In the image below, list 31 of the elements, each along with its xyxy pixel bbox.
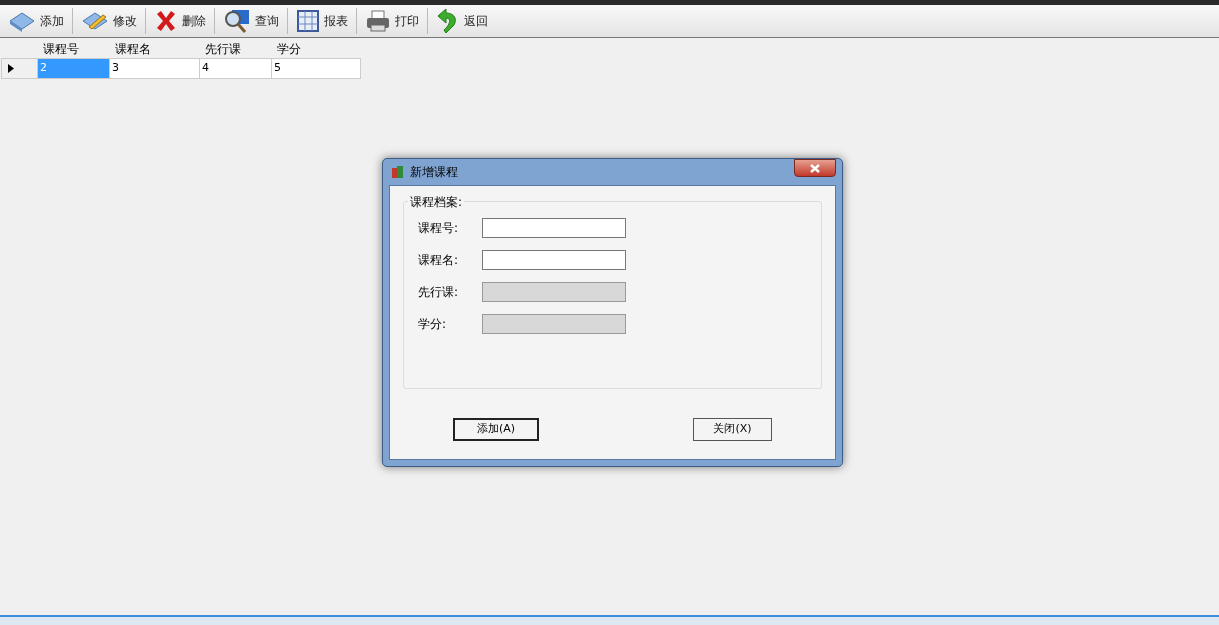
column-header[interactable]: 课程号	[37, 40, 110, 59]
close-button[interactable]	[794, 159, 836, 177]
column-header[interactable]: 课程名	[109, 40, 200, 59]
column-header[interactable]: 先行课	[199, 40, 272, 59]
field-label: 先行课:	[418, 284, 460, 301]
app-icon	[391, 165, 405, 179]
column-header[interactable]: 学分	[271, 40, 361, 59]
table-cell[interactable]: 4	[199, 58, 272, 79]
field-label: 课程号:	[418, 220, 460, 237]
toolbar-button[interactable]: 修改	[77, 6, 141, 36]
toolbar-button[interactable]: 报表	[292, 6, 352, 36]
printer-icon	[365, 9, 391, 33]
magnifier-icon	[223, 8, 251, 34]
table-cell[interactable]: 5	[271, 58, 361, 79]
toolbar-button[interactable]: 打印	[361, 6, 423, 36]
dialog-button[interactable]: 关闭(X)	[693, 418, 772, 441]
group-title: 课程档案:	[408, 193, 465, 211]
toolbar-button[interactable]: 删除	[150, 6, 210, 36]
toolbar-button[interactable]: 查询	[219, 6, 283, 36]
input-field[interactable]	[482, 250, 626, 270]
dialog-title: 新增课程	[410, 164, 458, 181]
table-icon	[296, 9, 320, 33]
table-cell[interactable]: 3	[109, 58, 200, 79]
field-label: 课程名:	[418, 252, 460, 269]
field-label: 学分:	[418, 316, 448, 333]
toolbar-button[interactable]: 添加	[4, 6, 68, 36]
close-icon	[810, 163, 820, 173]
x-icon	[154, 9, 178, 33]
toolbar-button[interactable]: 返回	[432, 6, 492, 36]
dialog-button[interactable]: 添加(A)	[453, 418, 539, 441]
input-field[interactable]	[482, 218, 626, 238]
